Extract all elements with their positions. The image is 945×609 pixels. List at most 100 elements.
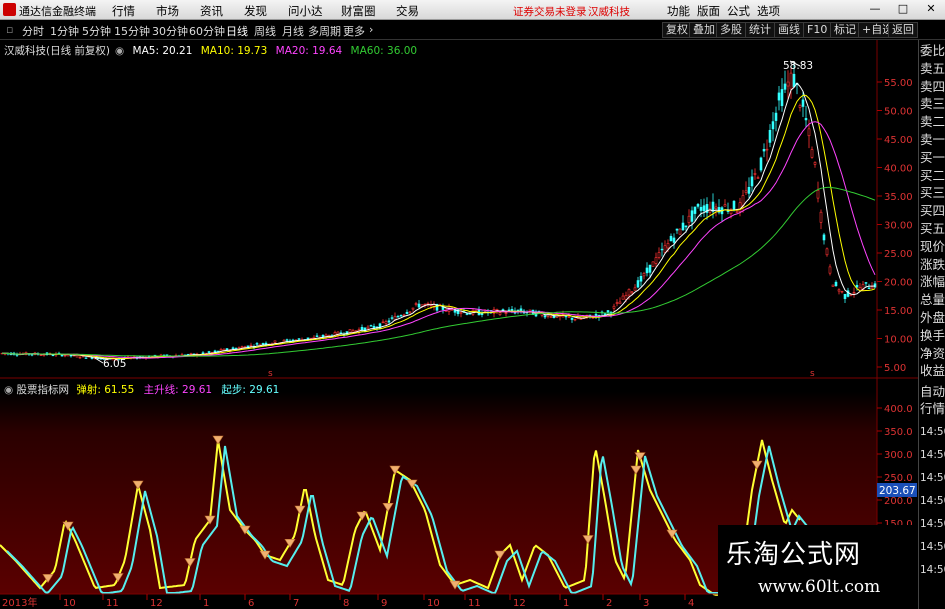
candle-body [384,321,388,324]
candle-body [741,195,745,206]
stock-name-label: 汉威科技 [588,6,630,18]
period-30min[interactable]: 30分钟 [152,23,188,39]
chart-canvas[interactable]: 55.0050.0045.0040.0035.0030.0025.0020.00… [0,40,918,609]
trade-time: 14:50 [920,564,945,576]
period-weekly[interactable]: 周线 [254,23,276,39]
menu-item-wenxiaoda[interactable]: 问小达 [288,3,323,19]
candle-body [810,149,814,158]
diejia-button[interactable]: 叠加 [689,22,719,38]
candle-body [663,245,667,253]
menu-item-hangqing[interactable]: 行情 [112,3,135,19]
period-1min[interactable]: 1分钟 [50,23,79,39]
candle-body [687,215,691,224]
indicator-settings-icon[interactable]: ◉ [4,384,13,396]
indicator-tick-label: 400.0 [884,404,913,415]
period-more[interactable]: 更多 [343,23,365,39]
candle-body [633,287,637,291]
close-icon[interactable]: ✕ [924,2,938,16]
biaoji-button[interactable]: 标记 [830,22,860,38]
watermark: 乐淘公式网 www.60lt.com [718,525,918,609]
candle-body [789,72,793,90]
quote-field-label: 外盘 [920,310,945,325]
x-axis-month-label: 10 [63,598,76,609]
menu-item-zixun[interactable]: 资讯 [200,3,223,19]
candle-body [369,325,373,327]
menu-item-shichang[interactable]: 市场 [156,3,179,19]
candle-body [678,228,682,235]
candle-body [567,316,571,318]
period-15min[interactable]: 15分钟 [114,23,150,39]
candle-body [207,351,211,353]
f10-button[interactable]: F10 [803,22,832,38]
candle-body [348,329,352,333]
menu-item-gongshi[interactable]: 公式 [727,3,750,19]
candle-body [831,284,835,287]
period-60min[interactable]: 60分钟 [189,23,225,39]
price-tick-label: 45.00 [884,135,913,146]
candle-body [774,112,778,121]
candle-body [870,286,874,289]
event-marker-icon: s [810,369,815,379]
candle-body [813,162,817,165]
period-daily[interactable]: 日线 [226,23,248,39]
auto-label[interactable]: 自动 [920,385,945,399]
quote-field-label: 卖四 [920,78,945,94]
price-tick-label: 15.00 [884,306,913,317]
candle-body [816,190,820,199]
quote-field-label: 换手 [920,327,945,343]
candle-body [621,295,625,300]
price-tick-label: 40.00 [884,164,913,175]
duogu-button[interactable]: 多股 [716,22,746,38]
back-button[interactable]: 返回 [888,22,918,38]
quote-label[interactable]: 行情 [920,402,945,416]
menu-item-xuanxiang[interactable]: 选项 [757,3,780,19]
candle-body [417,303,421,308]
menu-item-banmian[interactable]: 版面 [697,3,720,19]
candle-body [864,282,868,284]
quote-field-label: 总量 [920,292,945,308]
candle-body [408,311,412,313]
quote-field-label: 卖三 [920,96,945,112]
candle-body [711,201,715,212]
period-monthly[interactable]: 月线 [282,23,304,39]
minimize-icon[interactable]: — [868,2,882,16]
candle-body [840,291,844,293]
quote-field-label: 买四 [920,203,945,219]
trade-time: 14:50 [920,472,945,484]
candle-body [366,326,370,329]
settings-icon[interactable]: ◉ [115,45,124,57]
indicator-axis: 400.0350.0300.0250.0200.0150.0 [877,404,913,530]
main-chart-info: 汉威科技(日线 前复权) ◉ MA5: 20.21 MA10: 19.73 MA2… [4,43,422,57]
candle-body [606,310,610,313]
tongji-button[interactable]: 统计 [745,22,775,38]
indicator-tick-label: 350.0 [884,427,913,438]
period-multi[interactable]: 多周期 [308,23,341,39]
indicator-name: 股票指标网 [16,384,70,396]
menu-item-caifuquan[interactable]: 财富圈 [341,3,376,19]
login-notice[interactable]: 证券交易未登录 [513,4,587,19]
menu-item-jiaoyi[interactable]: 交易 [396,3,419,19]
candle-body [762,148,766,152]
menu-item-faxian[interactable]: 发现 [244,3,267,19]
candle-body [747,186,751,194]
fuquan-button[interactable]: 复权 [662,22,692,38]
period-fenshi[interactable]: 分时 [22,23,44,39]
candle-body [315,335,319,337]
maximize-icon[interactable]: □ [896,2,910,16]
candle-body [84,357,88,359]
ma5-label: MA5: 20.21 [132,45,193,57]
price-tick-label: 30.00 [884,221,913,232]
candle-body [231,347,235,349]
candle-body [240,346,244,348]
candle-body [528,309,532,312]
candle-body [390,317,394,319]
candle-body [201,352,205,354]
period-5min[interactable]: 5分钟 [82,23,111,39]
candle-body [411,307,415,310]
more-chevron-icon[interactable]: › [369,23,373,36]
candle-body [39,354,43,356]
menu-item-gongneng[interactable]: 功能 [667,3,690,19]
toolbar-arrow-icon[interactable]: ▫ [6,23,13,36]
huaxian-button[interactable]: 画线 [774,22,804,38]
candle-body [801,99,805,107]
